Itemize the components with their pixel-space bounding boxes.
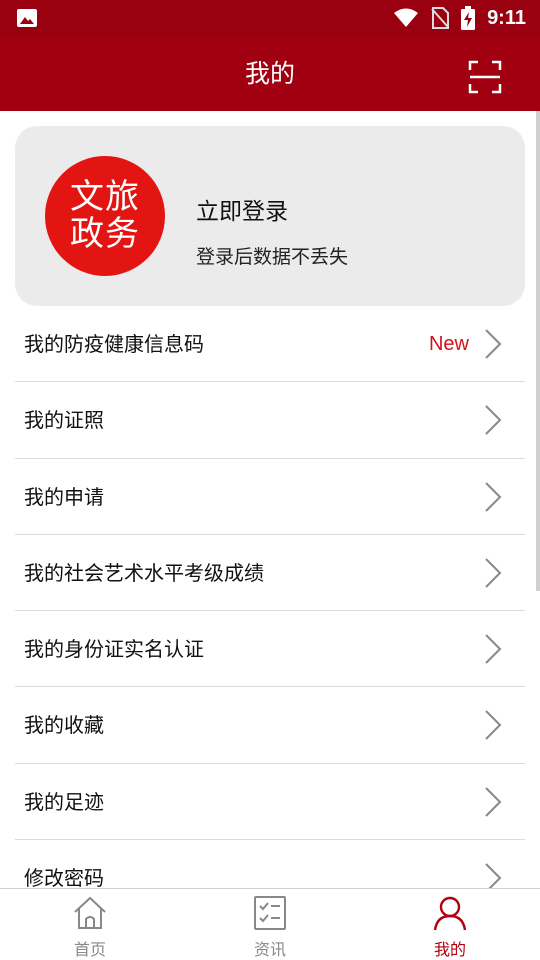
no-sim-icon	[431, 7, 450, 29]
menu-item-label: 我的收藏	[24, 713, 104, 738]
chevron-right-icon	[485, 329, 502, 359]
chevron-right-icon	[485, 558, 502, 588]
menu-list: 我的防疫健康信息码 New 我的证照 我的申请 我的社会艺术水平考级成绩 我的身…	[15, 306, 525, 888]
new-badge: New	[428, 333, 469, 355]
bottom-tab-bar: 首页 资讯 我的	[0, 888, 540, 960]
chevron-right-icon	[485, 863, 502, 888]
login-card[interactable]: 文旅 政务 立即登录 登录后数据不丢失	[15, 126, 525, 306]
menu-item-label: 我的足迹	[24, 789, 104, 814]
news-icon	[254, 896, 286, 930]
menu-item-label: 我的申请	[24, 484, 104, 509]
menu-item-health-code[interactable]: 我的防疫健康信息码 New	[15, 306, 525, 383]
tab-label: 首页	[73, 940, 106, 959]
image-icon	[17, 9, 37, 27]
menu-item-label: 我的证照	[24, 408, 104, 433]
home-icon	[74, 896, 106, 929]
logo-text-line1: 文旅	[70, 176, 140, 217]
status-time: 9:11	[487, 6, 526, 29]
menu-item-licenses[interactable]: 我的证照	[15, 382, 525, 459]
menu-item-applications[interactable]: 我的申请	[15, 459, 525, 535]
status-bar: 9:11	[0, 0, 540, 36]
menu-item-label: 我的身份证实名认证	[24, 637, 204, 662]
menu-item-change-password[interactable]: 修改密码	[15, 840, 525, 888]
tab-label: 资讯	[253, 940, 286, 959]
tab-mine[interactable]: 我的	[360, 889, 540, 960]
menu-item-history[interactable]: 我的足迹	[15, 764, 525, 841]
chevron-right-icon	[485, 787, 502, 817]
wifi-icon	[394, 8, 419, 27]
logo-text-line2: 政务	[70, 214, 140, 254]
menu-item-favorites[interactable]: 我的收藏	[15, 687, 525, 764]
chevron-right-icon	[485, 710, 502, 741]
tab-label: 我的	[433, 940, 466, 959]
menu-item-art-exam-scores[interactable]: 我的社会艺术水平考级成绩	[15, 535, 525, 612]
app-logo: 文旅 政务	[45, 156, 165, 276]
login-subtitle: 登录后数据不丢失	[196, 246, 349, 268]
menu-item-label: 修改密码	[24, 866, 104, 888]
chevron-right-icon	[485, 405, 502, 436]
menu-item-id-verification[interactable]: 我的身份证实名认证	[15, 611, 525, 688]
chevron-right-icon	[485, 481, 502, 512]
menu-item-label: 我的防疫健康信息码	[24, 332, 204, 356]
tab-home[interactable]: 首页	[0, 889, 180, 960]
menu-item-label: 我的社会艺术水平考级成绩	[24, 560, 264, 585]
login-title[interactable]: 立即登录	[196, 192, 288, 226]
scrollbar[interactable]	[536, 111, 540, 591]
header-bar: 我的	[0, 36, 540, 111]
chevron-right-icon	[485, 634, 502, 664]
battery-charging-icon	[461, 6, 476, 30]
tab-news[interactable]: 资讯	[180, 889, 360, 960]
scan-icon[interactable]	[468, 60, 502, 94]
user-icon	[433, 896, 467, 931]
page-title: 我的	[244, 59, 295, 88]
